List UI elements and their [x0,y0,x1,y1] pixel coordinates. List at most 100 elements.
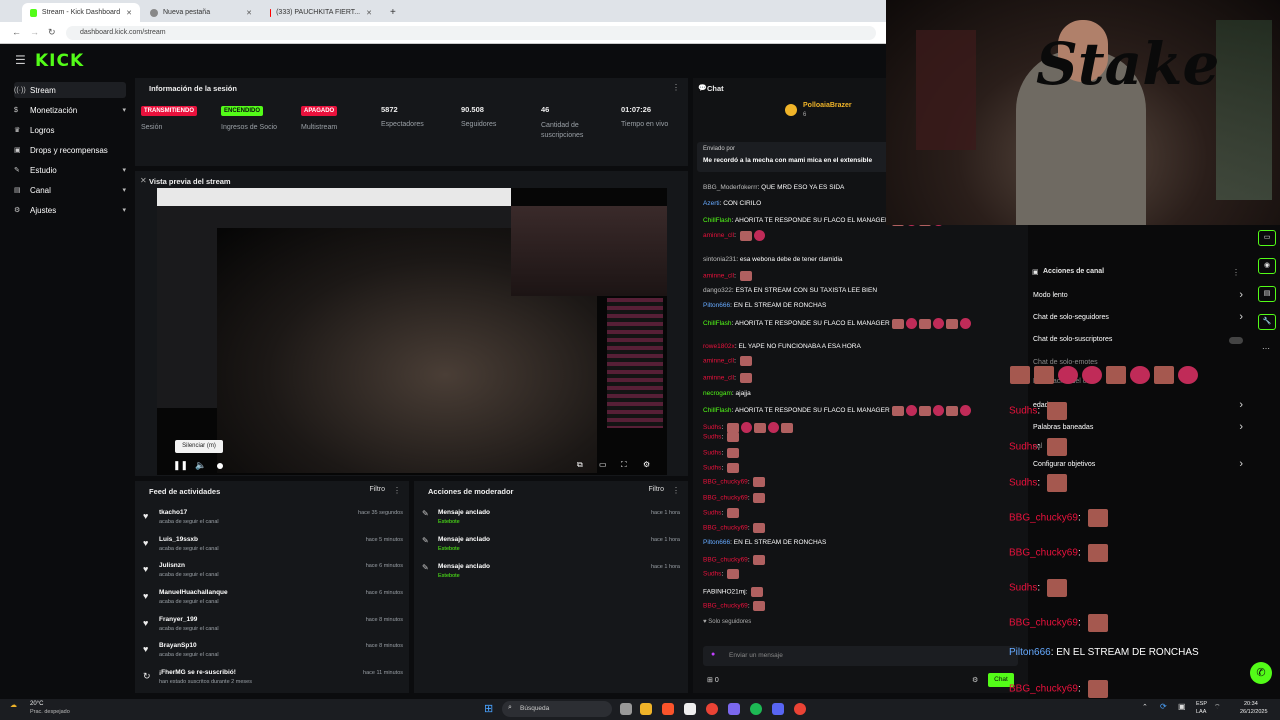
feed-user[interactable]: ¡FherMG se re-suscribió! [159,669,236,676]
chat-message[interactable]: FABINHO21mj: [703,587,764,597]
chat-message[interactable]: necrogam: ajajja [703,390,751,397]
chat-username[interactable]: aminne_cll [703,273,734,280]
url-field[interactable]: dashboard.kick.com/stream [66,26,876,40]
sidebar-item-stream[interactable]: ((·)) Stream [14,82,126,98]
toggle-switch[interactable] [1229,337,1243,344]
chrome-icon[interactable] [706,703,718,715]
chat-message[interactable]: BBG_chucky69: [703,555,766,565]
chat-message[interactable]: Pilton666: EN EL STREAM DE RONCHAS [703,302,826,309]
chat-username[interactable]: aminne_cll [703,232,734,239]
top-gifter-name[interactable]: PolloaiaBrazer [803,102,852,109]
chat-username[interactable]: aminne_cll [703,375,734,382]
new-tab-button[interactable]: + [382,3,398,22]
chat-username[interactable]: dango322 [703,287,732,294]
chat-username[interactable]: BBG_chucky69 [703,479,748,486]
sidebar-item-channel[interactable]: ▤ Canal ▾ [14,182,126,198]
wrench-icon[interactable]: 🔧 [1258,314,1276,330]
tray-app-icon[interactable]: ⟳ [1160,702,1167,711]
menu-icon[interactable]: ☰ [15,53,26,67]
chat-message[interactable]: BBG_chucky69: [703,477,766,487]
chat-message[interactable]: Sudhs: [703,569,740,579]
settings-icon[interactable]: ⚙ [643,460,650,469]
more-options-icon[interactable]: ⋮ [672,486,680,495]
chat-username[interactable]: ChillFlash [703,407,732,414]
app-icon[interactable] [728,703,740,715]
chat-message[interactable]: dango322: ESTA EN STREAM CON SU TAXISTA … [703,287,877,294]
theater-icon[interactable]: ▭ [599,460,607,469]
chat-message[interactable]: Sudhs: [703,463,740,473]
taskbar-search[interactable]: ⌕ Búsqueda [502,701,612,717]
chat-username[interactable]: ChillFlash [703,320,732,327]
tray-app-icon[interactable]: ▣ [1178,702,1186,711]
chat-message[interactable]: BBG_chucky69: [703,601,766,611]
chat-message[interactable]: BBG_chucky69: [703,493,766,503]
sidebar-item-monetization[interactable]: $ Monetización ▾ [14,102,126,118]
pause-icon[interactable]: ❚❚ [173,460,188,471]
feed-user[interactable]: Franyer_199 [159,616,197,623]
spotify-icon[interactable] [750,703,762,715]
clock-time[interactable]: 20:34 [1244,701,1258,707]
discord-icon[interactable] [772,703,784,715]
chat-username[interactable]: Sudhs [703,510,721,517]
chat-tool-icon[interactable]: ▭ [1258,230,1276,246]
chat-message[interactable]: sintonia231: esa webona debe de tener cl… [703,256,843,263]
language-indicator[interactable]: ESP [1196,701,1207,707]
more-options-icon[interactable]: ⋮ [393,486,401,495]
filter-button[interactable]: Filtro [369,486,385,493]
brave-icon[interactable] [662,703,674,715]
tab-new[interactable]: Nueva pestaña ✕ [142,3,260,22]
more-options-icon[interactable]: ⋮ [1232,268,1240,277]
chat-message[interactable]: aminne_cll: [703,356,752,366]
close-icon[interactable]: ✕ [240,9,252,17]
more-options-icon[interactable]: ⋮ [672,83,680,92]
chat-username[interactable]: BBG_chucky69 [703,603,748,610]
task-view-icon[interactable] [620,703,632,715]
chat-message[interactable]: aminne_cll: [703,230,765,241]
feed-user[interactable]: tkacho17 [159,509,187,516]
chat-username[interactable]: FABINHO21mj [703,589,746,596]
mod-tool-icon[interactable]: ▤ [1258,286,1276,302]
chat-message[interactable]: aminne_cll: [703,373,752,383]
mod-action-user[interactable]: Estebote [438,573,460,579]
chat-message[interactable]: BBG_Moderfokerrr: QUE MRD ESO YA ES SIDA [703,184,844,191]
chat-username[interactable]: Azerti [703,200,720,207]
channel-action-item[interactable]: Configurar objetivos › [1033,458,1243,475]
chat-settings-icon[interactable]: ⚙ [972,676,978,684]
channel-action-item[interactable]: Modo lento › [1033,289,1243,306]
reload-icon[interactable]: ↻ [48,27,56,38]
chat-username[interactable]: BBG_chucky69 [703,557,748,564]
chat-input[interactable]: ● Enviar un mensaje [703,646,1018,666]
windows-start-icon[interactable]: ⊞ [484,702,493,715]
chat-message[interactable]: rowe1802x: EL YAPE NO FUNCIONABA A ESA H… [703,343,861,350]
volume-icon[interactable]: 🔈 [195,460,206,471]
chat-bubble-icon[interactable]: ✆ [1250,662,1272,684]
store-icon[interactable] [684,703,696,715]
channel-action-item[interactable]: Chat de solo-seguidores › [1033,311,1243,328]
chat-username[interactable]: BBG_chucky69 [703,495,748,502]
close-icon[interactable]: ✕ [120,9,132,17]
chat-message[interactable]: BBG_chucky69: [703,523,766,533]
tray-chevron-icon[interactable]: ⌃ [1142,703,1148,711]
volume-slider-handle[interactable] [217,463,223,469]
chat-username[interactable]: Sudhs [703,571,721,578]
chat-username[interactable]: ChillFlash [703,217,732,224]
chat-username[interactable]: aminne_cll [703,358,734,365]
chat-message[interactable]: ChillFlash: AHORITA TE RESPONDE SU FLACO… [703,405,971,416]
collapse-icon[interactable]: ✕ [140,176,147,185]
chat-message[interactable]: aminne_cll: [703,271,752,281]
chat-username[interactable]: Sudhs [703,434,721,441]
obs-icon[interactable] [794,703,806,715]
pip-icon[interactable]: ⧉ [577,460,583,470]
sidebar-item-studio[interactable]: ✎ Estudio ▾ [14,162,126,178]
feed-user[interactable]: ManuelHuachallanque [159,589,228,596]
chat-username[interactable]: Pilton666 [703,302,730,309]
chat-username[interactable]: Sudhs [703,450,721,457]
sidebar-item-settings[interactable]: ⚙ Ajustes ▾ [14,202,126,218]
chat-message[interactable]: Azerti: CON CIRILO [703,200,761,207]
mod-action-user[interactable]: Estebote [438,546,460,552]
broadcast-tool-icon[interactable]: ◉ [1258,258,1276,274]
fullscreen-icon[interactable]: ⛶ [621,460,627,470]
feed-user[interactable]: Luis_19ssxb [159,536,198,543]
mod-action-user[interactable]: Estebote [438,519,460,525]
emote-picker-icon[interactable]: ● [711,651,715,658]
